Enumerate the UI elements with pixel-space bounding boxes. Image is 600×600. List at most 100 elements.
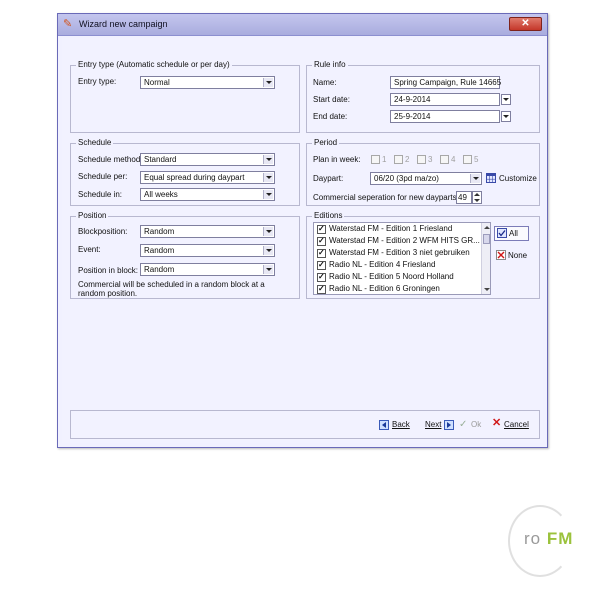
chevron-down-icon[interactable]	[263, 190, 273, 199]
spin-up-icon[interactable]	[474, 193, 480, 196]
plan-in-week-label: Plan in week:	[313, 155, 361, 164]
edition-label: Waterstad FM - Edition 2 WFM HITS GR...	[329, 236, 480, 245]
start-date-input[interactable]: 24-9-2014	[390, 93, 500, 106]
edition-checkbox[interactable]	[317, 272, 326, 282]
name-input[interactable]: Spring Campaign, Rule 14665	[390, 76, 502, 89]
edition-label: Radio NL - Edition 6 Groningen	[329, 284, 440, 293]
chevron-down-icon[interactable]	[263, 246, 273, 255]
end-date-value: 25-9-2014	[394, 112, 431, 121]
chevron-down-icon[interactable]	[263, 155, 273, 164]
next-arrow-icon	[444, 420, 454, 430]
week-3-checkbox[interactable]	[417, 155, 426, 164]
position-group-title: Position	[76, 211, 109, 221]
schedule-method-select[interactable]: Standard	[140, 153, 275, 166]
end-date-input[interactable]: 25-9-2014	[390, 110, 500, 123]
position-in-block-select[interactable]: Random	[140, 263, 275, 276]
edition-checkbox[interactable]	[317, 236, 326, 246]
week-1-label: 1	[382, 155, 387, 164]
end-date-calendar-icon[interactable]	[501, 111, 511, 122]
edition-checkbox[interactable]	[317, 284, 326, 294]
scroll-down-icon[interactable]	[484, 288, 490, 291]
schedule-group-title: Schedule	[76, 138, 114, 148]
schedule-method-label: Schedule method:	[78, 155, 143, 164]
customize-button[interactable]: Customize	[486, 171, 538, 186]
entry-type-label: Entry type:	[78, 77, 117, 86]
edition-label: Waterstad FM - Edition 3 niet gebruiken	[329, 248, 470, 257]
next-button[interactable]: Next	[425, 418, 457, 433]
event-select[interactable]: Random	[140, 244, 275, 257]
close-button[interactable]: ✕	[509, 17, 542, 31]
week-1-checkbox[interactable]	[371, 155, 380, 164]
schedule-per-value: Equal spread during daypart	[144, 173, 245, 182]
editions-scrollbar[interactable]	[481, 223, 490, 294]
blockposition-label: Blockposition:	[78, 227, 128, 236]
position-in-block-label: Position in block:	[78, 266, 139, 275]
position-note: Commercial will be scheduled in a random…	[78, 280, 265, 298]
schedule-per-label: Schedule per:	[78, 172, 128, 181]
title-bar[interactable]: ✎ Wizard new campaign ✕	[58, 14, 547, 36]
edition-checkbox[interactable]	[317, 224, 326, 234]
start-date-calendar-icon[interactable]	[501, 94, 511, 105]
cancel-x-icon: ✕	[492, 417, 502, 429]
scroll-thumb[interactable]	[483, 234, 490, 244]
watermark-fm-text: FM	[546, 529, 574, 548]
rule-info-group-title: Rule info	[312, 60, 348, 70]
period-group-title: Period	[312, 138, 340, 148]
separation-input[interactable]: 49	[456, 191, 472, 204]
edition-label: Radio NL - Edition 5 Noord Holland	[329, 272, 454, 281]
daypart-select[interactable]: 06/20 (3pd ma/zo)	[370, 172, 482, 185]
customize-label: Customize	[499, 174, 537, 183]
week-3-label: 3	[428, 155, 433, 164]
watermark-logo: ro FM	[524, 529, 573, 549]
separation-spinner[interactable]	[472, 191, 482, 204]
cancel-button[interactable]: ✕ Cancel	[492, 417, 532, 433]
edition-checkbox[interactable]	[317, 260, 326, 270]
schedule-method-value: Standard	[144, 155, 177, 164]
editions-group-title: Editions	[312, 211, 345, 221]
entry-type-group-title: Entry type (Automatic schedule or per da…	[76, 60, 232, 70]
position-in-block-value: Random	[144, 265, 175, 274]
edition-label: Waterstad FM - Edition 1 Friesland	[329, 224, 453, 233]
entry-type-select[interactable]: Normal	[140, 76, 275, 89]
week-2-checkbox[interactable]	[394, 155, 403, 164]
editions-list[interactable]: Waterstad FM - Edition 1 Friesland Water…	[313, 222, 491, 295]
name-label: Name:	[313, 78, 337, 87]
chevron-down-icon[interactable]	[263, 78, 273, 87]
select-all-button[interactable]: All	[494, 226, 529, 241]
ok-button[interactable]: ✓ Ok	[459, 418, 483, 433]
start-date-value: 24-9-2014	[394, 95, 431, 104]
window-title: Wizard new campaign	[79, 19, 168, 29]
week-4-checkbox[interactable]	[440, 155, 449, 164]
watermark-text: ro	[524, 529, 542, 548]
schedule-per-select[interactable]: Equal spread during daypart	[140, 171, 275, 184]
select-none-label: None	[508, 251, 528, 260]
chevron-down-icon[interactable]	[263, 265, 273, 274]
separation-value: 49	[458, 193, 467, 202]
name-value: Spring Campaign, Rule 14665	[394, 78, 502, 87]
edition-checkbox[interactable]	[317, 248, 326, 258]
select-none-button[interactable]: None	[494, 248, 530, 263]
event-value: Random	[144, 246, 175, 255]
daypart-label: Daypart:	[313, 174, 344, 183]
check-all-icon	[497, 228, 507, 238]
blockposition-select[interactable]: Random	[140, 225, 275, 238]
back-label: Back	[392, 420, 410, 429]
end-date-label: End date:	[313, 112, 348, 121]
daypart-value: 06/20 (3pd ma/zo)	[374, 174, 439, 183]
schedule-in-value: All weeks	[144, 190, 178, 199]
week-2-label: 2	[405, 155, 410, 164]
calendar-icon	[486, 173, 496, 183]
entry-type-value: Normal	[144, 78, 170, 87]
week-5-checkbox[interactable]	[463, 155, 472, 164]
separation-label: Commercial seperation for new dayparts:	[313, 193, 459, 202]
spin-down-icon[interactable]	[474, 199, 480, 202]
back-button[interactable]: Back	[379, 418, 415, 433]
chevron-down-icon[interactable]	[470, 174, 480, 183]
schedule-in-select[interactable]: All weeks	[140, 188, 275, 201]
schedule-in-label: Schedule in:	[78, 190, 123, 199]
wand-icon: ✎	[63, 18, 73, 30]
chevron-down-icon[interactable]	[263, 227, 273, 236]
scroll-up-icon[interactable]	[484, 226, 490, 229]
chevron-down-icon[interactable]	[263, 173, 273, 182]
select-all-label: All	[509, 229, 518, 238]
